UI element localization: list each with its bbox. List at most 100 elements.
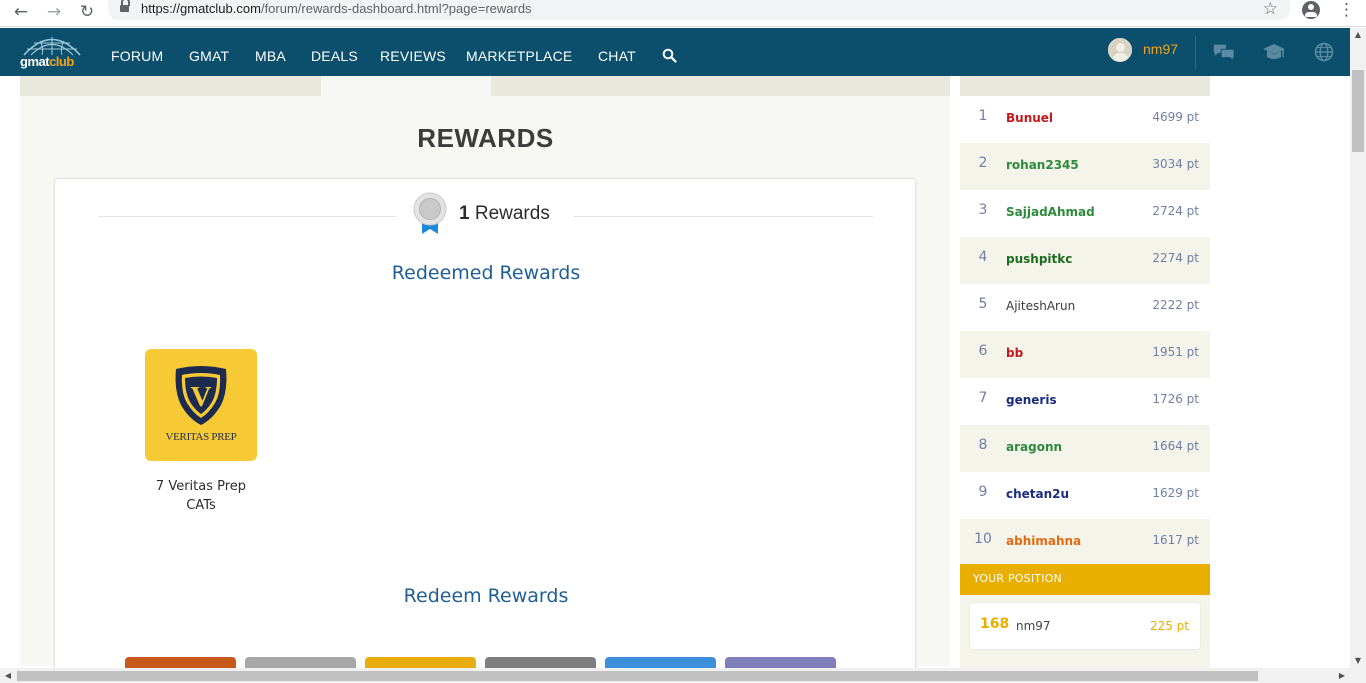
leaderboard-rank: 3: [978, 202, 988, 218]
graduation-cap-icon[interactable]: [1262, 42, 1286, 62]
redeemed-rewards-title: Redeemed Rewards: [391, 262, 581, 284]
veritas-brand-text: VERITAS PREP: [165, 431, 237, 443]
nav-chat[interactable]: CHAT: [598, 48, 636, 64]
globe-logo-icon: [23, 37, 81, 56]
nav-gmat[interactable]: GMAT: [189, 48, 229, 64]
leaderboard-rank: 2: [978, 155, 988, 171]
logo-main: gmat: [20, 54, 50, 69]
url-path: /forum/rewards-dashboard.html?page=rewar…: [260, 1, 532, 16]
leaderboard-rank: 8: [978, 437, 988, 453]
leaderboard-rank: 1: [978, 108, 988, 124]
header-divider: [1195, 36, 1196, 69]
leaderboard-header: [960, 76, 1210, 96]
nav-forum[interactable]: FORUM: [111, 48, 163, 64]
leaderboard-username[interactable]: SajjadAhmad: [1006, 205, 1095, 219]
divider-right: [573, 216, 873, 217]
url-text[interactable]: https://gmatclub.com/forum/rewards-dashb…: [141, 1, 532, 16]
logo-accent: club: [49, 54, 74, 69]
leaderboard-rank: 9: [978, 484, 988, 500]
nav-deals[interactable]: DEALS: [311, 48, 358, 64]
nav-reviews[interactable]: REVIEWS: [380, 48, 446, 64]
main-content: REWARDS 1 Rewards Redeemed Rewards V VER…: [20, 76, 950, 678]
leaderboard-points: 2222 pt: [1152, 298, 1199, 312]
leaderboard-rank: 6: [978, 343, 988, 359]
url-host: https://gmatclub.com: [141, 1, 261, 16]
page-title: REWARDS: [417, 123, 554, 153]
leaderboard-points: 1951 pt: [1152, 345, 1199, 359]
leaderboard-points: 1629 pt: [1152, 486, 1199, 500]
username[interactable]: nm97: [1143, 41, 1178, 57]
leaderboard-username[interactable]: AjiteshArun: [1006, 299, 1075, 313]
leaderboard-points: 1726 pt: [1152, 392, 1199, 406]
leaderboard-username[interactable]: Bunuel: [1006, 111, 1053, 125]
your-rank: 168: [980, 616, 1010, 632]
bookmark-star-icon[interactable]: ☆: [1263, 0, 1278, 19]
leaderboard-row[interactable]: 9 chetan2u 1629 pt: [960, 472, 1210, 519]
chat-bubbles-icon[interactable]: [1212, 42, 1236, 62]
leaderboard-rank: 7: [978, 390, 988, 406]
horizontal-scroll-thumb[interactable]: [17, 671, 1258, 681]
leaderboard-points: 1617 pt: [1152, 533, 1199, 547]
your-position-label: YOUR POSITION: [973, 572, 1062, 585]
rewards-count-label: Rewards: [474, 203, 550, 224]
leaderboard-row[interactable]: 3 SajjadAhmad 2724 pt: [960, 190, 1210, 237]
forward-icon[interactable]: →: [43, 1, 65, 23]
rewards-count: 1 Rewards: [459, 203, 550, 225]
leaderboard-username[interactable]: chetan2u: [1006, 487, 1069, 501]
leaderboard-username[interactable]: bb: [1006, 346, 1023, 360]
leaderboard-username[interactable]: pushpitkc: [1006, 252, 1072, 266]
horizontal-scrollbar[interactable]: ◀ ▶: [0, 668, 1366, 683]
your-position-box: 168 nm97 225 pt: [960, 595, 1210, 668]
reward-name[interactable]: 7 Veritas Prep CATs: [141, 477, 261, 515]
leaderboard-username[interactable]: abhimahna: [1006, 534, 1081, 548]
leaderboard-points: 3034 pt: [1152, 157, 1199, 171]
leaderboard: 1 Bunuel 4699 pt 2 rohan2345 3034 pt 3 SajjadAh…: [960, 76, 1210, 668]
veritas-shield-logo-icon: V: [175, 366, 227, 425]
nav-mba[interactable]: MBA: [255, 48, 286, 64]
leaderboard-username[interactable]: generis: [1006, 393, 1057, 407]
gmatclub-logo[interactable]: gmatclub: [18, 34, 86, 70]
leaderboard-rank: 10: [974, 531, 992, 547]
leaderboard-points: 2724 pt: [1152, 204, 1199, 218]
scroll-down-icon[interactable]: ▼: [1350, 654, 1366, 668]
leaderboard-row[interactable]: 6 bb 1951 pt: [960, 331, 1210, 378]
leaderboard-row[interactable]: 2 rohan2345 3034 pt: [960, 143, 1210, 190]
your-position-card[interactable]: 168 nm97 225 pt: [970, 603, 1200, 649]
tab-left[interactable]: [20, 76, 321, 96]
scroll-up-icon[interactable]: ▲: [1350, 28, 1366, 42]
reload-icon[interactable]: ↻: [76, 1, 98, 23]
leaderboard-points: 2274 pt: [1152, 251, 1199, 265]
leaderboard-row[interactable]: 4 pushpitkc 2274 pt: [960, 237, 1210, 284]
leaderboard-row[interactable]: 10 abhimahna 1617 pt: [960, 519, 1210, 566]
leaderboard-points: 4699 pt: [1152, 110, 1199, 124]
your-position-bar: YOUR POSITION: [960, 564, 1210, 600]
scroll-left-icon[interactable]: ◀: [0, 668, 16, 683]
nav-marketplace[interactable]: MARKETPLACE: [466, 48, 572, 64]
leaderboard-username[interactable]: rohan2345: [1006, 158, 1079, 172]
lock-icon: [120, 0, 130, 12]
back-icon[interactable]: ←: [10, 1, 32, 23]
veritas-prep-reward-tile[interactable]: V VERITAS PREP: [145, 349, 257, 461]
browser-toolbar: ← → ↻ https://gmatclub.com/forum/rewards…: [0, 0, 1366, 27]
divider-left: [98, 216, 396, 217]
globe-icon[interactable]: [1312, 42, 1336, 62]
vertical-scrollbar[interactable]: ▲ ▼: [1350, 28, 1366, 668]
rewards-count-number: 1: [459, 203, 470, 224]
address-bar[interactable]: https://gmatclub.com/forum/rewards-dashb…: [108, 0, 1290, 20]
redeem-rewards-title: Redeem Rewards: [403, 585, 569, 607]
avatar[interactable]: [1108, 38, 1132, 62]
leaderboard-row[interactable]: 8 aragonn 1664 pt: [960, 425, 1210, 472]
tab-right[interactable]: [491, 76, 950, 96]
search-icon[interactable]: [662, 48, 677, 63]
leaderboard-points: 1664 pt: [1152, 439, 1199, 453]
leaderboard-row[interactable]: 7 generis 1726 pt: [960, 378, 1210, 425]
vertical-scroll-thumb[interactable]: [1352, 70, 1364, 152]
leaderboard-row[interactable]: 1 Bunuel 4699 pt: [960, 96, 1210, 143]
browser-menu-icon[interactable]: ⋮: [1338, 0, 1355, 20]
your-name[interactable]: nm97: [1016, 619, 1051, 633]
logo-wordmark: gmatclub: [20, 54, 74, 69]
leaderboard-username[interactable]: aragonn: [1006, 440, 1062, 454]
leaderboard-row[interactable]: 5 AjiteshArun 2222 pt: [960, 284, 1210, 331]
browser-profile-icon[interactable]: [1302, 1, 1320, 19]
scroll-right-icon[interactable]: ▶: [1334, 668, 1350, 683]
